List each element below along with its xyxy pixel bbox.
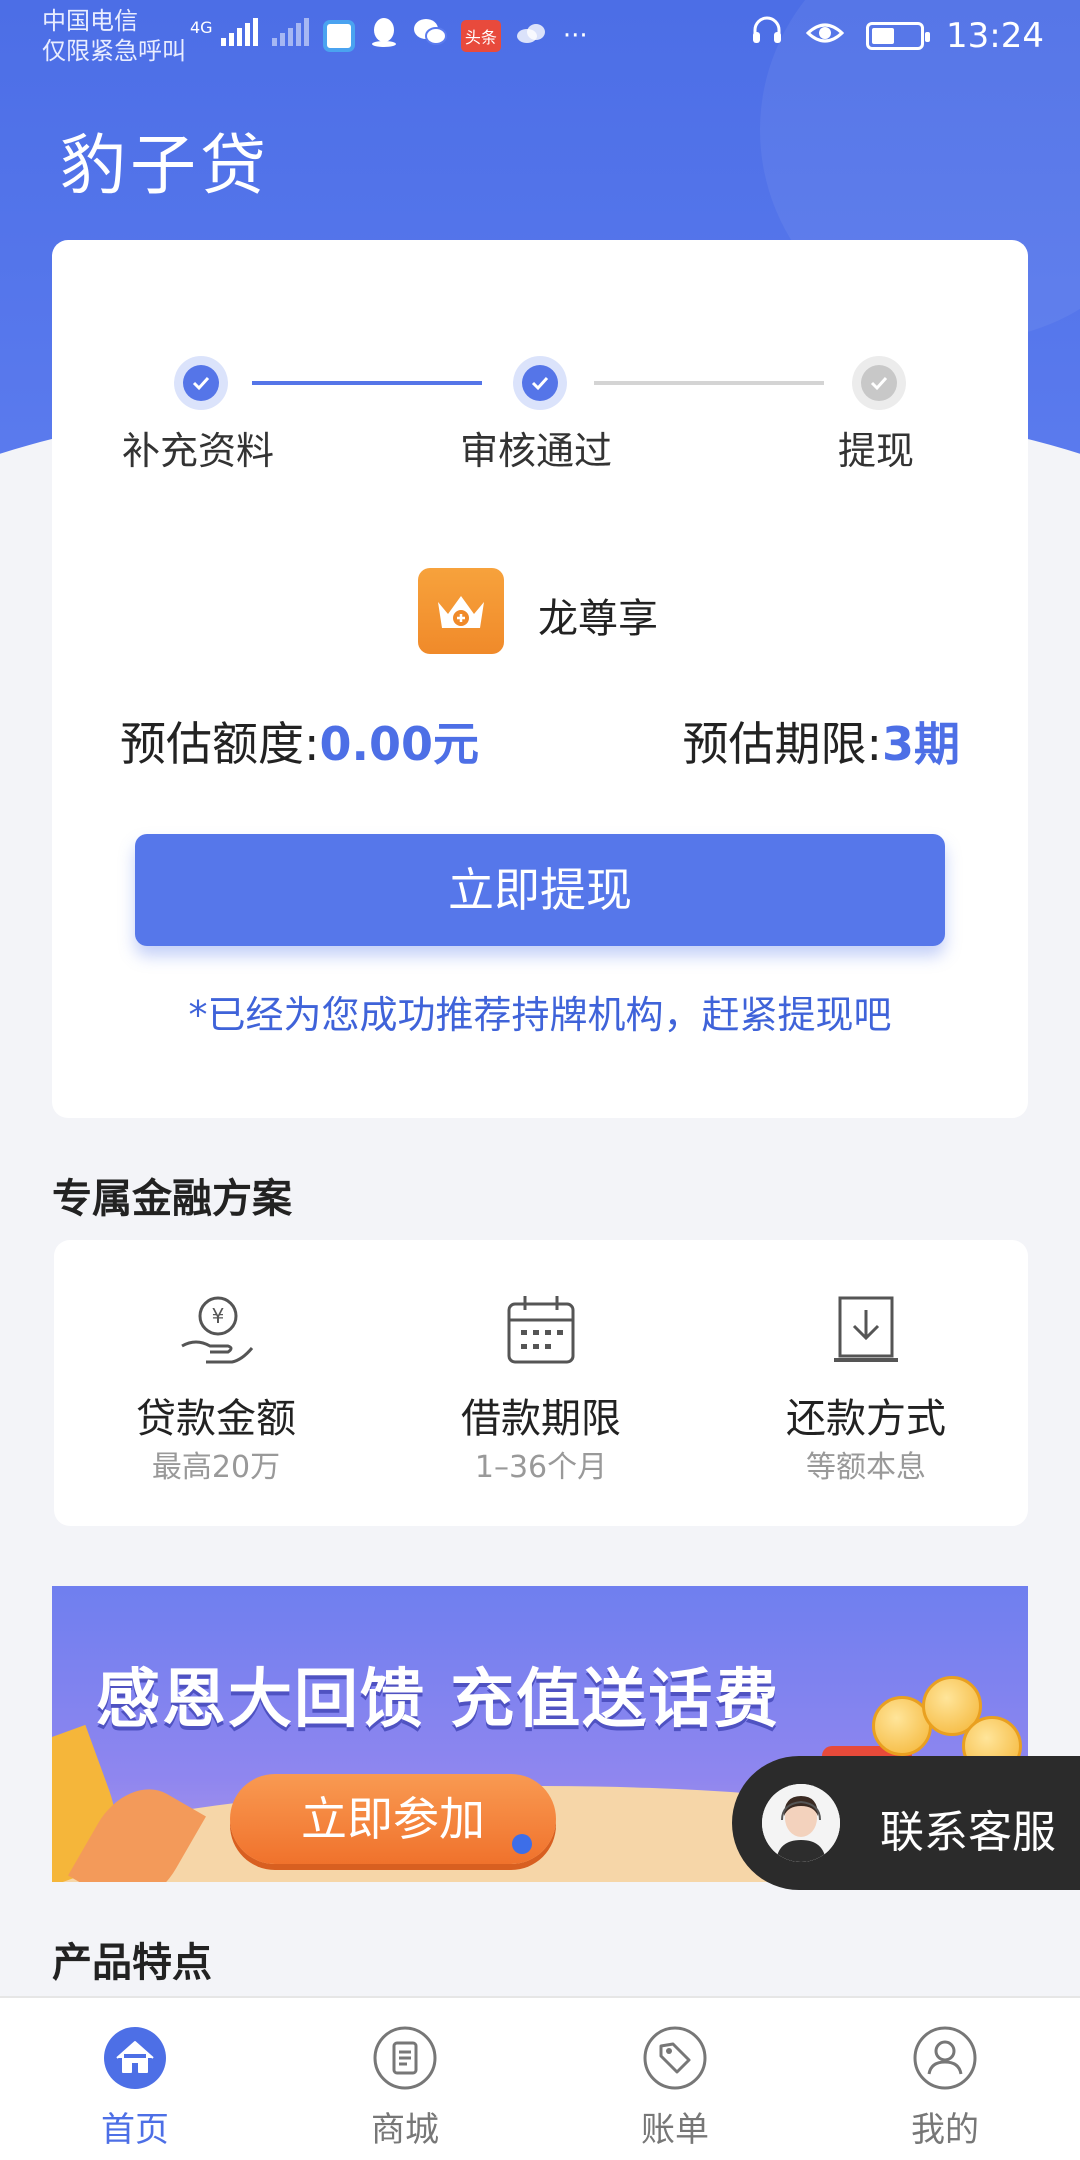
brand-name: 龙尊享 (538, 596, 658, 642)
crown-icon (418, 568, 504, 654)
app-title: 豹子贷 (60, 127, 270, 204)
features-section-title: 产品特点 (52, 1940, 212, 1986)
estimated-term-label: 预估期限: (682, 717, 882, 771)
status-right: 13:24 (750, 14, 1044, 57)
calendar-icon (507, 1296, 575, 1364)
tag-icon (643, 2026, 707, 2090)
carrier-name: 中国电信 (42, 7, 138, 35)
estimated-term-value: 3期 (881, 717, 960, 771)
plan-item-repayment[interactable]: 还款方式 等额本息 (704, 1240, 1028, 1526)
step-1-label: 补充资料 (122, 429, 275, 473)
step-2-label: 审核通过 (460, 429, 613, 473)
progress-line-done (252, 381, 482, 385)
nav-bill-label: 账单 (641, 2110, 709, 2150)
estimated-amount-value: 0.00元 (319, 717, 480, 771)
plan-amount-sub: 最高20万 (151, 1450, 281, 1485)
bottom-nav: 首页 商城 账单 我的 (0, 1996, 1080, 2160)
plan-repayment-name: 还款方式 (786, 1396, 946, 1442)
qq-icon (369, 16, 399, 55)
nav-profile[interactable]: 我的 (810, 1998, 1080, 2160)
news-app-icon: 头条 (460, 19, 501, 52)
customer-service-avatar (762, 1784, 840, 1862)
plan-term-name: 借款期限 (461, 1396, 621, 1442)
nav-home-label: 首页 (101, 2110, 169, 2150)
home-icon (104, 2027, 166, 2089)
carrier-status: 仅限紧急呼叫 (42, 37, 186, 65)
more-notifications: ··· (562, 20, 588, 51)
profile-icon (913, 2026, 977, 2090)
nav-shop-label: 商城 (371, 2110, 439, 2150)
cloud-icon (515, 21, 549, 51)
estimated-amount: 预估额度:0.00元 (120, 708, 479, 774)
download-tray-icon (834, 1296, 898, 1362)
step-1-check-icon (174, 356, 228, 410)
step-2-check-icon (513, 356, 567, 410)
carrier-info: 中国电信 仅限紧急呼叫 (42, 6, 186, 66)
withdraw-button[interactable]: 立即提现 (135, 834, 945, 946)
plan-item-term[interactable]: 借款期限 1–36个月 (379, 1240, 703, 1526)
eye-icon (805, 16, 845, 56)
plan-item-amount[interactable]: ¥ 贷款金额 最高20万 (54, 1240, 378, 1526)
estimated-amount-label: 预估额度: (120, 717, 320, 771)
clock: 13:24 (946, 15, 1044, 56)
step-3-check-icon (852, 356, 906, 410)
nav-bill[interactable]: 账单 (540, 1998, 810, 2160)
status-bar: 中国电信 仅限紧急呼叫 4G 头条 ··· 13:24 (0, 0, 1080, 72)
status-icons: 4G 头条 ··· (190, 16, 588, 55)
nav-home[interactable]: 首页 (0, 1998, 270, 2160)
plan-repayment-sub: 等额本息 (806, 1450, 926, 1485)
svg-text:¥: ¥ (212, 1304, 225, 1328)
browser-app-icon (322, 19, 355, 52)
plan-amount-name: 贷款金额 (136, 1396, 296, 1442)
nav-profile-label: 我的 (911, 2110, 979, 2150)
finance-section-title: 专属金融方案 (52, 1176, 292, 1222)
estimated-term: 预估期限:3期 (682, 708, 960, 774)
shop-list-icon (373, 2026, 437, 2090)
headset-icon (750, 14, 784, 57)
network-type: 4G (190, 18, 213, 37)
banner-indicator-dot (512, 1834, 532, 1854)
nav-shop[interactable]: 商城 (270, 1998, 540, 2160)
progress-line-pending (594, 381, 824, 385)
step-3-label: 提现 (838, 429, 915, 473)
no-signal-icon (271, 18, 309, 53)
contact-service-button[interactable]: 联系客服 (732, 1756, 1080, 1890)
money-hand-icon: ¥ (181, 1296, 254, 1364)
finance-plan-card: ¥ 贷款金额 最高20万 借款期限 1–36个月 还款方式 等额本息 (54, 1240, 1028, 1526)
contact-service-label: 联系客服 (880, 1808, 1056, 1857)
banner-title: 感恩大回馈 充值送话费 (96, 1663, 781, 1737)
screen: 中国电信 仅限紧急呼叫 4G 头条 ··· 13:24 豹子贷 补充资料 审核通… (0, 0, 1080, 2160)
recommend-notice: *已经为您成功推荐持牌机构，赶紧提现吧 (188, 993, 892, 1037)
battery-icon (866, 21, 931, 50)
signal-icon: 4G (190, 18, 258, 53)
loan-card: 补充资料 审核通过 提现 龙尊享 预估额度:0.00元 预估期限:3期 立即提现… (52, 240, 1028, 1118)
wechat-icon (413, 17, 447, 54)
banner-join-button[interactable]: 立即参加 (230, 1774, 556, 1864)
plan-term-sub: 1–36个月 (474, 1450, 608, 1485)
